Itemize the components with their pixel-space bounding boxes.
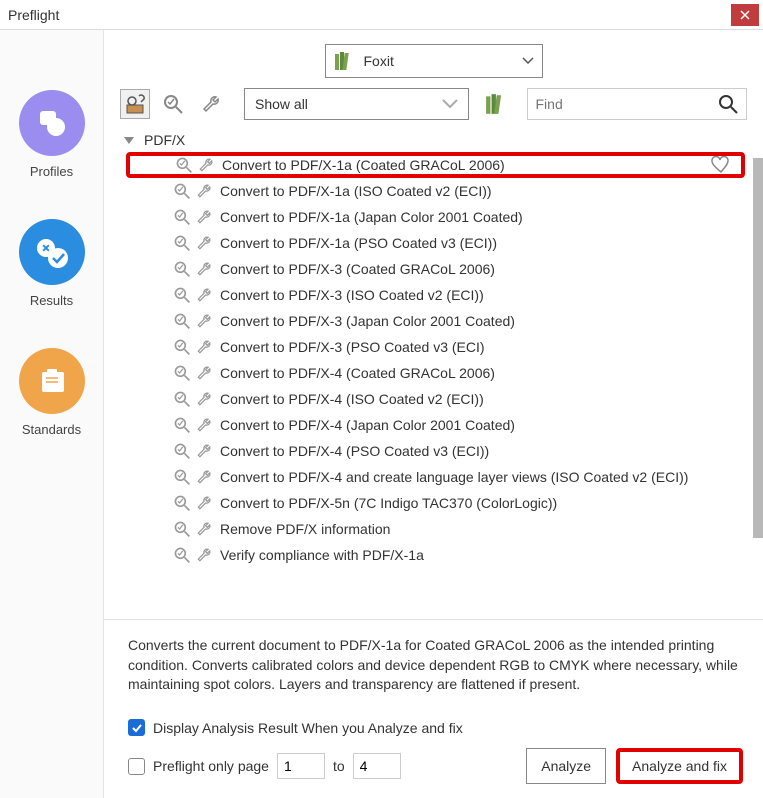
results-icon [19,219,85,285]
preflight-only-label: Preflight only page [153,758,269,774]
scrollbar[interactable] [753,158,763,615]
page-to-input[interactable] [353,753,401,779]
tool-profile-button[interactable] [120,89,150,119]
tree-row[interactable]: Convert to PDF/X-4 (Japan Color 2001 Coa… [124,412,747,438]
tree-row-label: Convert to PDF/X-1a (Coated GRACoL 2006) [222,157,505,173]
magnifier-check-icon [162,93,184,115]
tree-row[interactable]: Convert to PDF/X-1a (ISO Coated v2 (ECI)… [124,178,747,204]
tree-row-label: Convert to PDF/X-5n (7C Indigo TAC370 (C… [220,495,557,511]
tree-row[interactable]: Convert to PDF/X-3 (Coated GRACoL 2006) [124,256,747,282]
tool-wrench-button[interactable] [196,89,226,119]
tree-row-label: Convert to PDF/X-3 (PSO Coated v3 (ECI) [220,339,485,355]
filter-dropdown[interactable]: Show all [244,88,469,120]
tree-row[interactable]: Convert to PDF/X-1a (Japan Color 2001 Co… [124,204,747,230]
tree-row-label: Convert to PDF/X-3 (ISO Coated v2 (ECI)) [220,287,484,303]
tree-row[interactable]: Convert to PDF/X-1a (PSO Coated v3 (ECI)… [124,230,747,256]
tree-row[interactable]: Convert to PDF/X-4 (ISO Coated v2 (ECI)) [124,386,747,412]
tree-category-header[interactable]: PDF/X [124,128,747,152]
page-from-input[interactable] [277,753,325,779]
sidebar-item-results[interactable]: Results [0,219,103,308]
close-icon [740,10,750,20]
close-button[interactable] [731,4,759,26]
check-icon [131,722,143,734]
tree-row[interactable]: Convert to PDF/X-4 (Coated GRACoL 2006) [124,360,747,386]
books-icon [334,51,356,71]
tree-row[interactable]: Convert to PDF/X-4 (PSO Coated v3 (ECI)) [124,438,747,464]
standards-icon [19,348,85,414]
tree-row[interactable]: Convert to PDF/X-3 (Japan Color 2001 Coa… [124,308,747,334]
sidebar-label: Profiles [30,164,73,179]
search-icon[interactable] [718,94,738,114]
tree-row-label: Convert to PDF/X-4 (Coated GRACoL 2006) [220,365,495,381]
tree-row[interactable]: Convert to PDF/X-3 (PSO Coated v3 (ECI) [124,334,747,360]
search-input[interactable] [536,96,719,112]
tree-row-label: Convert to PDF/X-1a (Japan Color 2001 Co… [220,209,523,225]
sidebar-item-standards[interactable]: Standards [0,348,103,437]
tree-row[interactable]: Verify compliance with PDF/X-1a [124,542,747,568]
tree-row-label: Convert to PDF/X-4 and create language l… [220,469,688,485]
page-to-label: to [333,758,345,774]
tree-row-label: Convert to PDF/X-1a (ISO Coated v2 (ECI)… [220,183,492,199]
library-name: Foxit [364,53,394,69]
profile-description: Converts the current document to PDF/X-1… [104,619,763,695]
tool-profile-icon [124,93,146,115]
analyze-and-fix-button[interactable]: Analyze and fix [616,748,743,784]
display-analysis-checkbox[interactable] [128,719,145,736]
tree-row[interactable]: Remove PDF/X information [124,516,747,542]
chevron-down-icon [522,57,534,65]
tree-row[interactable]: Convert to PDF/X-1a (Coated GRACoL 2006) [126,152,745,178]
tool-check-button[interactable] [158,89,188,119]
sidebar: Profiles Results Standards [0,30,104,798]
tree-row[interactable]: Convert to PDF/X-4 and create language l… [124,464,747,490]
tree-row-label: Convert to PDF/X-1a (PSO Coated v3 (ECI)… [220,235,497,251]
sidebar-label: Results [30,293,73,308]
preflight-only-checkbox[interactable] [128,758,145,775]
tree-row-label: Convert to PDF/X-4 (PSO Coated v3 (ECI)) [220,443,489,459]
tree-row[interactable]: Convert to PDF/X-5n (7C Indigo TAC370 (C… [124,490,747,516]
sidebar-label: Standards [22,422,81,437]
tree-row-label: Convert to PDF/X-4 (ISO Coated v2 (ECI)) [220,391,484,407]
tree-row[interactable]: Convert to PDF/X-3 (ISO Coated v2 (ECI)) [124,282,747,308]
category-label: PDF/X [144,132,185,148]
books-icon[interactable] [485,93,509,115]
tree-row-label: Convert to PDF/X-3 (Japan Color 2001 Coa… [220,313,515,329]
profiles-icon [19,90,85,156]
wrench-icon [200,93,222,115]
profile-tree: PDF/X Convert to PDF/X-1a (Coated GRACoL… [104,128,763,615]
tree-row-label: Convert to PDF/X-4 (Japan Color 2001 Coa… [220,417,515,433]
analyze-button[interactable]: Analyze [526,748,606,784]
sidebar-item-profiles[interactable]: Profiles [0,90,103,179]
display-analysis-label: Display Analysis Result When you Analyze… [153,720,463,736]
tree-row-label: Remove PDF/X information [220,521,390,537]
library-dropdown[interactable]: Foxit [325,44,543,78]
tree-row-label: Convert to PDF/X-3 (Coated GRACoL 2006) [220,261,495,277]
filter-label: Show all [255,96,308,112]
tree-row-label: Verify compliance with PDF/X-1a [220,547,424,563]
chevron-down-icon [442,99,458,109]
search-box [527,88,748,120]
window-title: Preflight [8,7,59,23]
collapse-icon [124,137,134,144]
